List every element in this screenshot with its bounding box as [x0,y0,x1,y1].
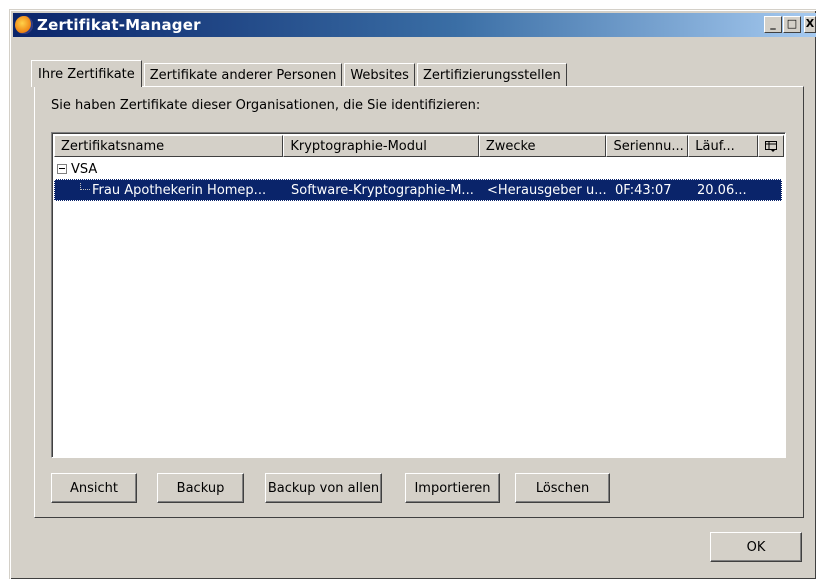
title-bar[interactable]: Zertifikat-Manager _ □ X [13,13,816,37]
cell-certificate-name: Frau Apothekerin Homep... [54,182,284,198]
tab-your-certificates[interactable]: Ihre Zertifikate [31,60,142,87]
window-controls: _ □ X [763,16,816,33]
column-header-name[interactable]: Zertifikatsname [54,135,284,157]
table-header: Zertifikatsname Kryptographie-Modul Zwec… [54,135,784,157]
backup-button[interactable]: Backup [157,473,244,503]
minimize-button[interactable]: _ [764,16,782,33]
cell-expires: 20.06... [697,182,747,198]
cell-serial: 0F:43:07 [615,182,672,198]
column-header-module[interactable]: Kryptographie-Modul [283,135,479,157]
certificate-tree[interactable]: Zertifikatsname Kryptographie-Modul Zwec… [51,132,786,458]
cell-purposes: <Herausgeber u... [487,182,607,198]
maximize-button[interactable]: □ [783,16,801,33]
close-button[interactable]: X [804,16,816,33]
column-picker-icon [765,140,778,152]
view-button[interactable]: Ansicht [51,473,137,503]
cell-module: Software-Kryptographie-M... [291,182,474,198]
column-picker-button[interactable] [758,135,784,157]
ok-button[interactable]: OK [710,532,802,562]
group-row-vsa[interactable]: VSA [57,160,97,178]
tab-strip: Ihre Zertifikate Zertifikate anderer Per… [31,60,569,87]
backup-all-button[interactable]: Backup von allen [265,473,382,503]
import-button[interactable]: Importieren [405,473,500,503]
tree-connector [80,182,90,190]
column-header-expires[interactable]: Läuf... [688,135,759,157]
tab-websites[interactable]: Websites [344,63,415,86]
description-text: Sie haben Zertifikate dieser Organisatio… [51,98,481,113]
column-header-serial[interactable]: Seriennu... [606,135,689,157]
group-label: VSA [71,161,98,177]
table-row[interactable]: Frau Apothekerin Homep... Software-Krypt… [54,179,782,201]
window-title: Zertifikat-Manager [37,16,201,34]
firefox-icon [15,16,33,34]
delete-button[interactable]: Löschen [515,473,610,503]
column-header-purposes[interactable]: Zwecke [478,135,607,157]
collapse-icon[interactable] [57,164,67,174]
tab-authorities[interactable]: Zertifizierungsstellen [416,63,567,86]
tab-other-people[interactable]: Zertifikate anderer Personen [143,63,343,86]
